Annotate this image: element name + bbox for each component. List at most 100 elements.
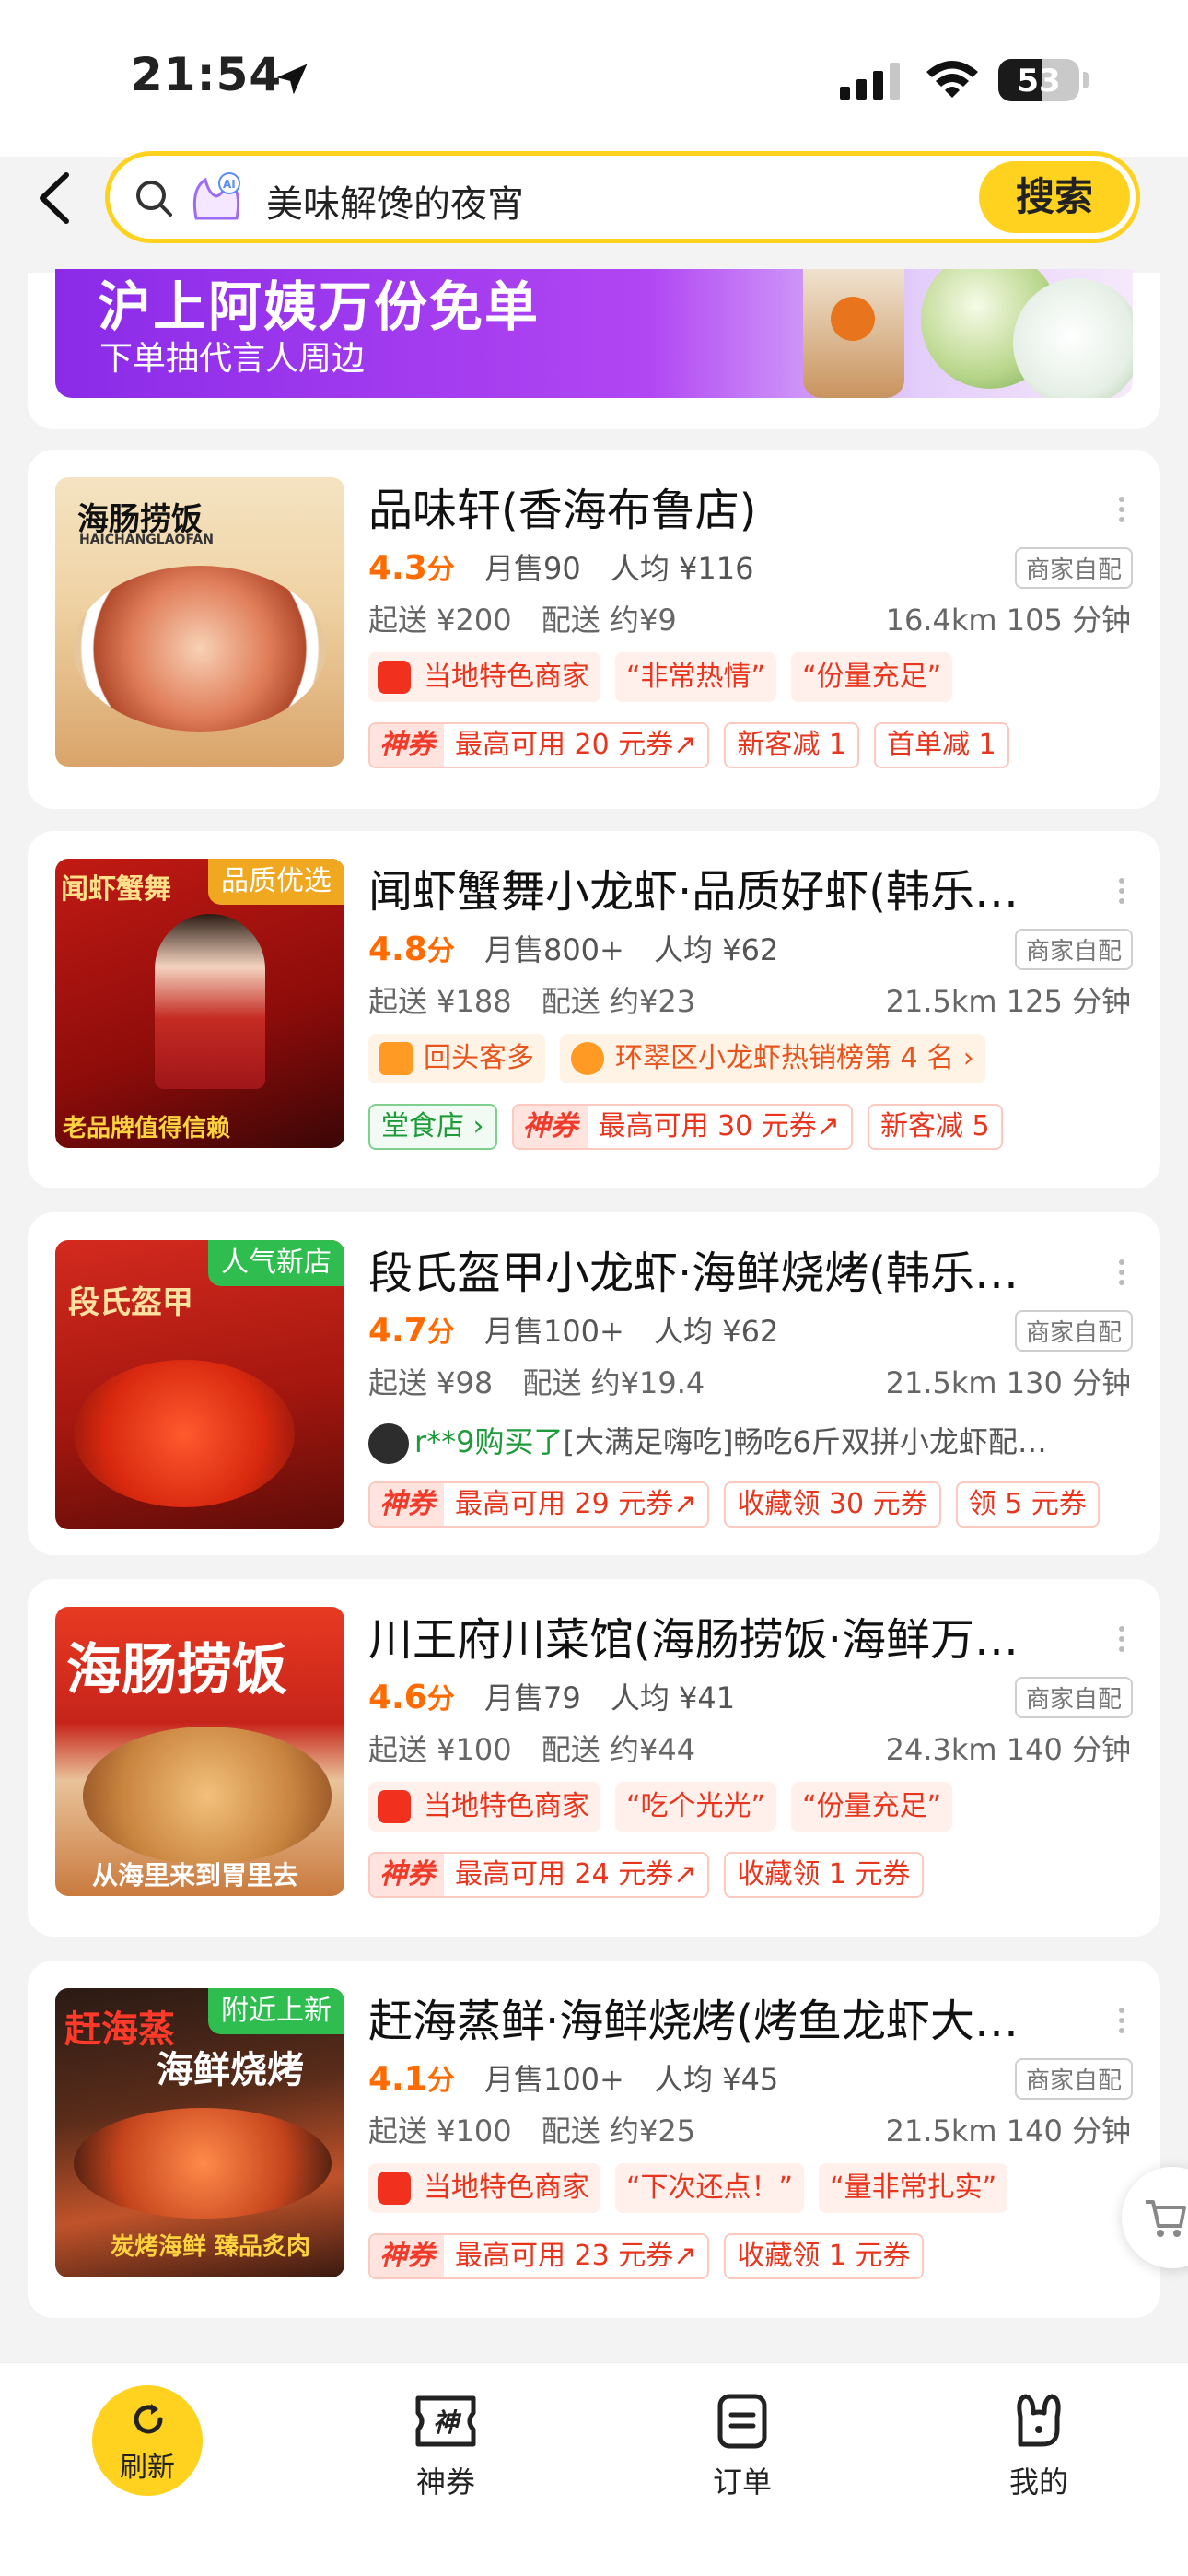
coupon-tag[interactable]: 神券 最高可用 24 元券 ↗ [368, 1852, 710, 1898]
monthly-sales: 月售79 [483, 1680, 581, 1715]
rating: 4.3分 [368, 549, 455, 587]
medal-icon [571, 1042, 604, 1075]
wifi-icon [926, 61, 978, 98]
local-badge-icon [378, 1790, 411, 1823]
coupon-tags: 神券 最高可用 24 元券 ↗ 收藏领 1 元券 [368, 1852, 924, 1898]
shop-stats: 4.7分 月售100+ 人均 ¥62 [368, 1308, 778, 1351]
more-icon[interactable] [1118, 496, 1125, 523]
status-time: 21:54 [131, 48, 283, 101]
claim-coupon-tag[interactable]: 领 5 元券 [955, 1481, 1100, 1528]
monthly-sales: 月售100+ [483, 2062, 624, 2097]
promo-banner[interactable]: 沪上阿姨万份免单 下单抽代言人周边 [55, 269, 1133, 398]
favorite-coupon-tag[interactable]: 收藏领 1 元券 [724, 2233, 924, 2279]
delivery-info: 起送 ¥98 配送 约¥19.4 [368, 1360, 705, 1402]
feature-tags: 当地特色商家 “非常热情” “份量充足” [368, 652, 953, 702]
shop-name: 赶海蒸鲜·海鲜烧烤(烤鱼龙虾大… [368, 1996, 1019, 2047]
nav-mine[interactable]: 我的 [965, 2393, 1112, 2501]
nav-coupons[interactable]: 神 神券 [372, 2393, 519, 2501]
battery-level: 53 [1017, 63, 1061, 100]
shop-name: 闻虾蟹舞小龙虾·品质好虾(韩乐… [368, 866, 1019, 918]
more-icon[interactable] [1118, 1259, 1125, 1286]
coupon-icon: 神 [415, 2395, 476, 2447]
nav-orders-label: 订单 [712, 2465, 772, 2500]
seafood-platter-image [74, 2108, 332, 2219]
delivery-fee: 配送 约¥23 [541, 984, 696, 1019]
ranking-tag[interactable]: 环翠区小龙虾热销榜第 4 名 › [560, 1034, 985, 1083]
distance-time: 16.4km 105 分钟 [886, 597, 1131, 639]
more-icon[interactable] [1118, 1625, 1125, 1653]
rating: 4.8分 [368, 931, 455, 968]
shop-card[interactable]: 段氏盔甲 人气新店 段氏盔甲小龙虾·海鲜烧烤(韩乐… 4.7分 月售100+ 人… [28, 1212, 1160, 1555]
quality-badge: 品质优选 [208, 859, 344, 905]
delivery-fee: 配送 约¥9 [541, 603, 677, 638]
delivery-time: 125 分钟 [1006, 984, 1131, 1019]
svg-text:神: 神 [433, 2407, 462, 2438]
delivery-badge: 商家自配 [1014, 2058, 1133, 2100]
thumb-slogan: 从海里来到胃里去 [92, 1860, 299, 1891]
delivery-badge: 商家自配 [1014, 929, 1133, 970]
delivery-time: 140 分钟 [1006, 2113, 1131, 2149]
crayfish-image [74, 1360, 295, 1507]
min-order: 起送 ¥98 [368, 1365, 494, 1400]
delivery-info: 起送 ¥188 配送 约¥23 [368, 978, 695, 1021]
coupon-tag[interactable]: 神券 最高可用 23 元券 ↗ [368, 2233, 710, 2279]
shop-name: 川王府川菜馆(海肠捞饭·海鲜万… [368, 1614, 1019, 1666]
spokesperson-image [155, 914, 265, 1089]
coupon-tag[interactable]: 神券 最高可用 20 元券 ↗ [368, 722, 710, 768]
shop-card[interactable]: 海肠捞饭 HAICHANGLAOFAN 品味轩(香海布鲁店) 4.3分 月售90… [28, 450, 1160, 809]
delivery-time: 140 分钟 [1006, 1732, 1131, 1767]
banner-title: 沪上阿姨万份免单 [98, 275, 541, 338]
shop-name: 品味轩(香海布鲁店) [368, 485, 757, 536]
search-button[interactable]: 搜索 [979, 161, 1130, 233]
feature-tags: 当地特色商家 “下次还点！” “量非常扎实” [368, 2163, 1008, 2213]
shop-card[interactable]: 赶海蒸 海鲜烧烤 炭烤海鲜 臻品炙肉 附近上新 赶海蒸鲜·海鲜烧烤(烤鱼龙虾大…… [28, 1961, 1160, 2318]
favorite-coupon-tag[interactable]: 收藏领 30 元券 [724, 1481, 941, 1528]
buyer-user: r**9购买了 [414, 1424, 564, 1459]
delivery-badge: 商家自配 [1014, 547, 1133, 589]
shop-thumbnail: 海肠捞饭 从海里来到胃里去 [55, 1607, 344, 1896]
review-tag: “非常热情” [615, 652, 777, 702]
discount-tag: 新客减 5 [867, 1104, 1003, 1150]
shop-thumbnail: 段氏盔甲 人气新店 [55, 1240, 344, 1529]
shop-card[interactable]: 闻虾蟹舞 老品牌值得信赖 品质优选 闻虾蟹舞小龙虾·品质好虾(韩乐… 4.8分 … [28, 831, 1160, 1188]
shop-name: 段氏盔甲小龙虾·海鲜烧烤(韩乐… [368, 1247, 1019, 1299]
shop-card[interactable]: 海肠捞饭 从海里来到胃里去 川王府川菜馆(海肠捞饭·海鲜万… 4.6分 月售79… [28, 1579, 1160, 1937]
min-order: 起送 ¥200 [368, 603, 512, 638]
nav-mine-label: 我的 [1008, 2465, 1068, 2500]
order-list-icon [717, 2394, 767, 2449]
local-merchant-tag: 当地特色商家 [368, 2163, 600, 2213]
battery-indicator: 53 [998, 59, 1079, 101]
back-chevron-icon[interactable] [28, 166, 83, 230]
thumb-title: 闻虾蟹舞 [61, 873, 171, 906]
shop-thumbnail: 赶海蒸 海鲜烧烤 炭烤海鲜 臻品炙肉 附近上新 [55, 1988, 344, 2277]
thumb-title: 段氏盔甲 [68, 1284, 193, 1321]
delivery-fee: 配送 约¥25 [541, 2113, 696, 2149]
review-tag: “份量充足” [791, 1782, 953, 1832]
dine-in-tag[interactable]: 堂食店 › [368, 1104, 497, 1150]
local-badge-icon [378, 2172, 411, 2205]
bottom-nav: 刷新 神 神券 订单 我的 [0, 2362, 1188, 2576]
delivery-time: 130 分钟 [1006, 1365, 1131, 1400]
distance-time: 24.3km 140 分钟 [886, 1727, 1131, 1769]
rating: 4.6分 [368, 1679, 455, 1716]
search-icon [136, 181, 172, 217]
more-icon[interactable] [1118, 2007, 1125, 2034]
monthly-sales: 月售90 [483, 551, 581, 586]
nav-orders[interactable]: 订单 [669, 2393, 816, 2501]
shop-stats: 4.8分 月售800+ 人均 ¥62 [368, 927, 778, 969]
thumb-subtitle: HAICHANGLAOFAN [79, 533, 214, 547]
review-tag: “份量充足” [791, 652, 953, 702]
coupon-tags: 神券 最高可用 29 元券 ↗ 收藏领 30 元券 领 5 元券 [368, 1481, 1100, 1528]
coupon-tag[interactable]: 神券 最高可用 29 元券 ↗ [368, 1481, 710, 1528]
local-badge-icon [378, 661, 411, 694]
distance: 16.4km [885, 603, 997, 638]
avg-price: 人均 ¥62 [654, 932, 779, 967]
discount-tag: 首单减 1 [874, 722, 1009, 768]
coupon-tag[interactable]: 神券 最高可用 30 元券 ↗ [511, 1104, 853, 1150]
search-bar[interactable]: AI 美味解馋的夜宵 搜索 [105, 151, 1140, 243]
favorite-coupon-tag[interactable]: 收藏领 1 元券 [724, 1852, 924, 1898]
refresh-button[interactable]: 刷新 [92, 2385, 203, 2496]
more-icon[interactable] [1118, 877, 1125, 905]
new-shop-badge: 人气新店 [208, 1240, 344, 1286]
recent-purchase: r**9购买了[大满足嗨吃]畅吃6斤双拼小龙虾配… [368, 1419, 1124, 1464]
